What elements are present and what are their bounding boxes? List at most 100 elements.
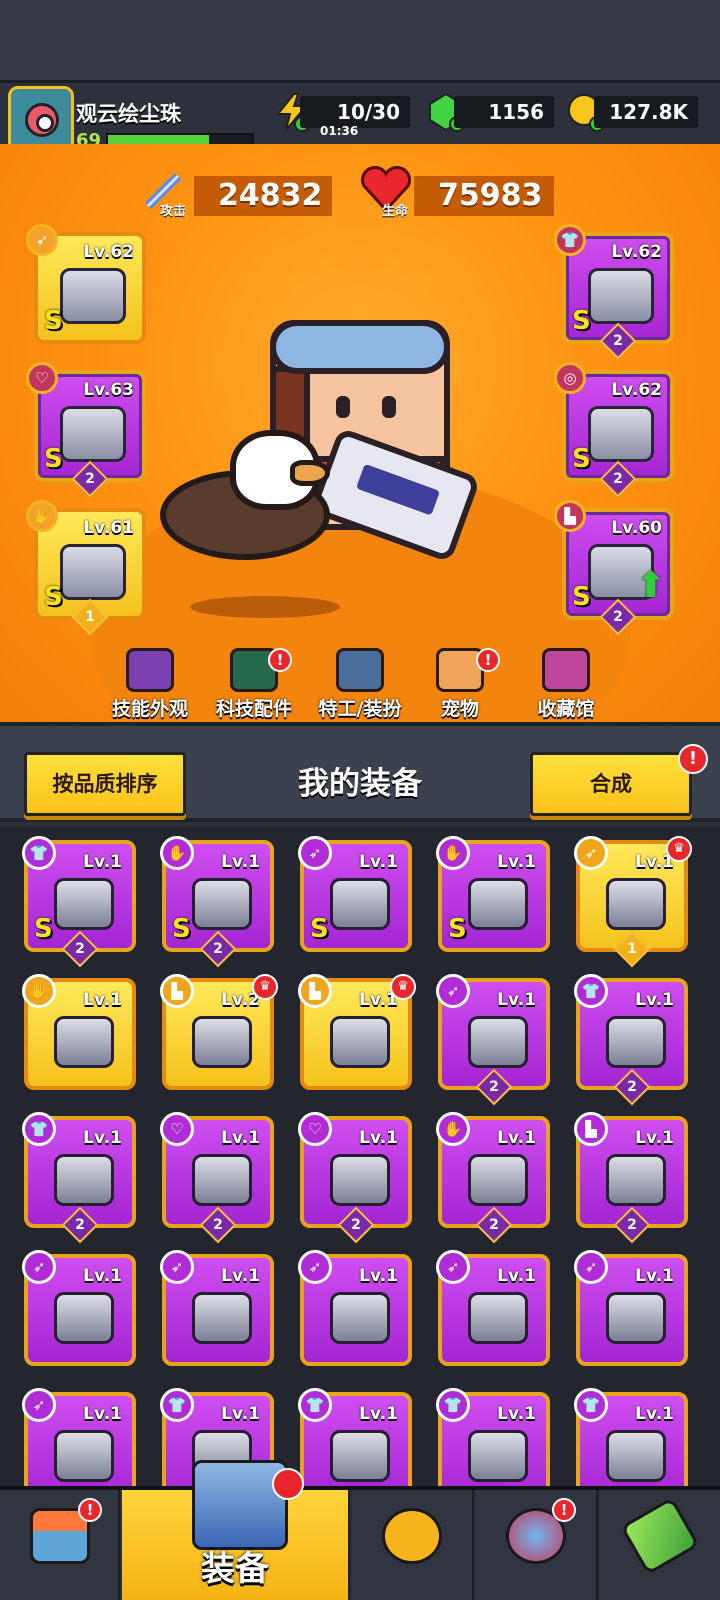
inventory-item[interactable]: ➶ Lv.1 (574, 1250, 688, 1366)
grade-badge: S (572, 306, 591, 336)
inventory-item[interactable]: ✋ Lv.1 S 2 (160, 836, 274, 968)
nav-skill-skin[interactable]: 技能外观 (100, 648, 200, 721)
item-level: Lv.1 (359, 1404, 398, 1424)
inventory-item[interactable]: 👕 Lv.1 (436, 1388, 550, 1486)
hero-eye (336, 396, 350, 418)
inventory-item[interactable]: ➶ Lv.1 S (298, 836, 412, 952)
nav-agent-outfit[interactable]: 特工/装扮 (310, 648, 410, 721)
grade-badge: S (572, 582, 591, 612)
weapon-gear-icon (192, 1292, 252, 1344)
rank-badge: 2 (613, 1206, 651, 1244)
weapon-type-icon: ➶ (574, 1250, 608, 1284)
inventory-item[interactable]: ▙ Lv.1 2 (574, 1112, 688, 1244)
item-level: Lv.1 (635, 1404, 674, 1424)
attack-label: 攻击 (160, 204, 187, 219)
nav-pet[interactable]: 宠物 ! (410, 648, 510, 721)
status-bar (0, 0, 720, 80)
nav-label: 宠物 (440, 698, 479, 720)
inventory-item[interactable]: ➶ Lv.1 (298, 1250, 412, 1366)
item-level: Lv.1 (221, 1128, 260, 1148)
item-level: Lv.1 (221, 1404, 260, 1424)
tab-battle[interactable] (352, 1490, 474, 1600)
equipped-level: Lv.62 (83, 242, 134, 262)
inventory-item[interactable]: ♡ Lv.1 2 (298, 1112, 412, 1244)
gloves-type-icon: ✋ (26, 500, 58, 532)
skill-skin-icon (126, 648, 174, 692)
weapon-gear-icon (468, 1016, 528, 1068)
nav-collection[interactable]: 收藏馆 (516, 648, 616, 721)
necklace-type-icon: ♡ (298, 1112, 332, 1146)
rank-badge: 2 (199, 1206, 237, 1244)
gloves-gear-icon (54, 1016, 114, 1068)
inventory-item[interactable]: ♡ Lv.1 2 (160, 1112, 274, 1244)
new-item-badge: ♛ (252, 974, 278, 1000)
gold-value: 127.8K (609, 100, 688, 124)
gold-counter[interactable]: 127.8K (594, 96, 698, 128)
tab-label: 装备 (201, 1549, 269, 1589)
inventory-item[interactable]: ✋ Lv.1 2 (436, 1112, 550, 1244)
eagle-beak (290, 460, 330, 486)
rank-badge: 2 (61, 930, 99, 968)
inventory-item[interactable]: ➶ Lv.1 (436, 1250, 550, 1366)
gem-value: 1156 (488, 100, 544, 124)
inventory-item[interactable]: ➶ Lv.1 (22, 1250, 136, 1366)
equipped-level: Lv.63 (83, 380, 134, 400)
new-item-badge: ♛ (390, 974, 416, 1000)
rank-badge: 2 (475, 1206, 513, 1244)
inventory-item[interactable]: ✋ Lv.1 S (436, 836, 550, 952)
equipment-icon (192, 1460, 288, 1550)
weapon-gear-icon (330, 1292, 390, 1344)
inventory-item[interactable]: ➶ Lv.1 (160, 1250, 274, 1366)
health-label: 生命 (382, 204, 409, 219)
tab-shop[interactable]: ! (0, 1490, 120, 1600)
boots-type-icon: ▙ (160, 974, 194, 1008)
gloves-type-icon: ✋ (22, 974, 56, 1008)
grade-badge: S (172, 914, 191, 944)
player-avatar[interactable] (8, 86, 74, 152)
health-value: 75983 (438, 178, 543, 213)
nav-label: 科技配件 (215, 698, 292, 720)
nav-tech-parts[interactable]: 科技配件 ! (204, 648, 304, 721)
upgrade-arrow-icon: ⬆ (635, 565, 666, 606)
inventory-item[interactable]: 👕 Lv.1 S 2 (22, 836, 136, 968)
weapon-gear-icon (606, 1292, 666, 1344)
item-level: Lv.1 (83, 852, 122, 872)
armor-gear-icon (54, 878, 114, 930)
equipped-boots-slot[interactable]: ▙ Lv.60 S ⬆ 2 (554, 500, 674, 636)
inventory-item[interactable]: 👕 Lv.1 (574, 1388, 688, 1486)
energy-value: 10/30 (337, 100, 400, 124)
equipped-belt-slot[interactable]: ◎ Lv.62 S 2 (554, 362, 674, 498)
tab-equipment[interactable]: 装备 (122, 1460, 350, 1600)
eagle-pet (120, 430, 330, 570)
inventory-item[interactable]: ➶ Lv.1 2 (436, 974, 550, 1106)
item-level: Lv.1 (83, 1404, 122, 1424)
equipped-level: Lv.60 (611, 518, 662, 538)
nav-label: 收藏馆 (537, 698, 595, 720)
inventory-item[interactable]: 👕 Lv.1 2 (574, 974, 688, 1106)
inventory-item[interactable]: ▙ Lv.1 ♛ (298, 974, 416, 1090)
grade-badge: S (44, 306, 63, 336)
inventory-item[interactable]: ✋ Lv.1 (22, 974, 136, 1090)
item-level: Lv.1 (497, 990, 536, 1010)
collection-icon (542, 648, 590, 692)
merge-alert-badge: ! (678, 744, 708, 774)
inventory-item[interactable]: ➶ Lv.1 1 ♛ (574, 836, 692, 968)
weapon-type-icon: ➶ (26, 224, 58, 256)
equipped-weapon-slot[interactable]: ➶ Lv.62 S (26, 224, 146, 344)
hero-goggles (270, 320, 450, 374)
gloves-gear-icon (468, 1154, 528, 1206)
inventory-item[interactable]: 👕 Lv.1 2 (22, 1112, 136, 1244)
inventory-item[interactable]: ➶ Lv.1 (22, 1388, 136, 1486)
tab-talent[interactable]: ! (476, 1490, 598, 1600)
hero-eye (382, 396, 396, 418)
equipped-armor-slot[interactable]: 👕 Lv.62 S 2 (554, 224, 674, 360)
inventory-item[interactable]: ▙ Lv.2 ♛ (160, 974, 278, 1090)
armor-type-icon: 👕 (574, 1388, 608, 1422)
tab-gene[interactable] (600, 1490, 720, 1600)
armor-gear-icon (588, 268, 654, 324)
gem-counter[interactable]: 1156 (454, 96, 554, 128)
item-level: Lv.1 (497, 1404, 536, 1424)
item-level: Lv.1 (497, 1266, 536, 1286)
inventory-item[interactable]: 👕 Lv.1 (298, 1388, 412, 1486)
merge-button[interactable]: 合成 (530, 752, 692, 816)
